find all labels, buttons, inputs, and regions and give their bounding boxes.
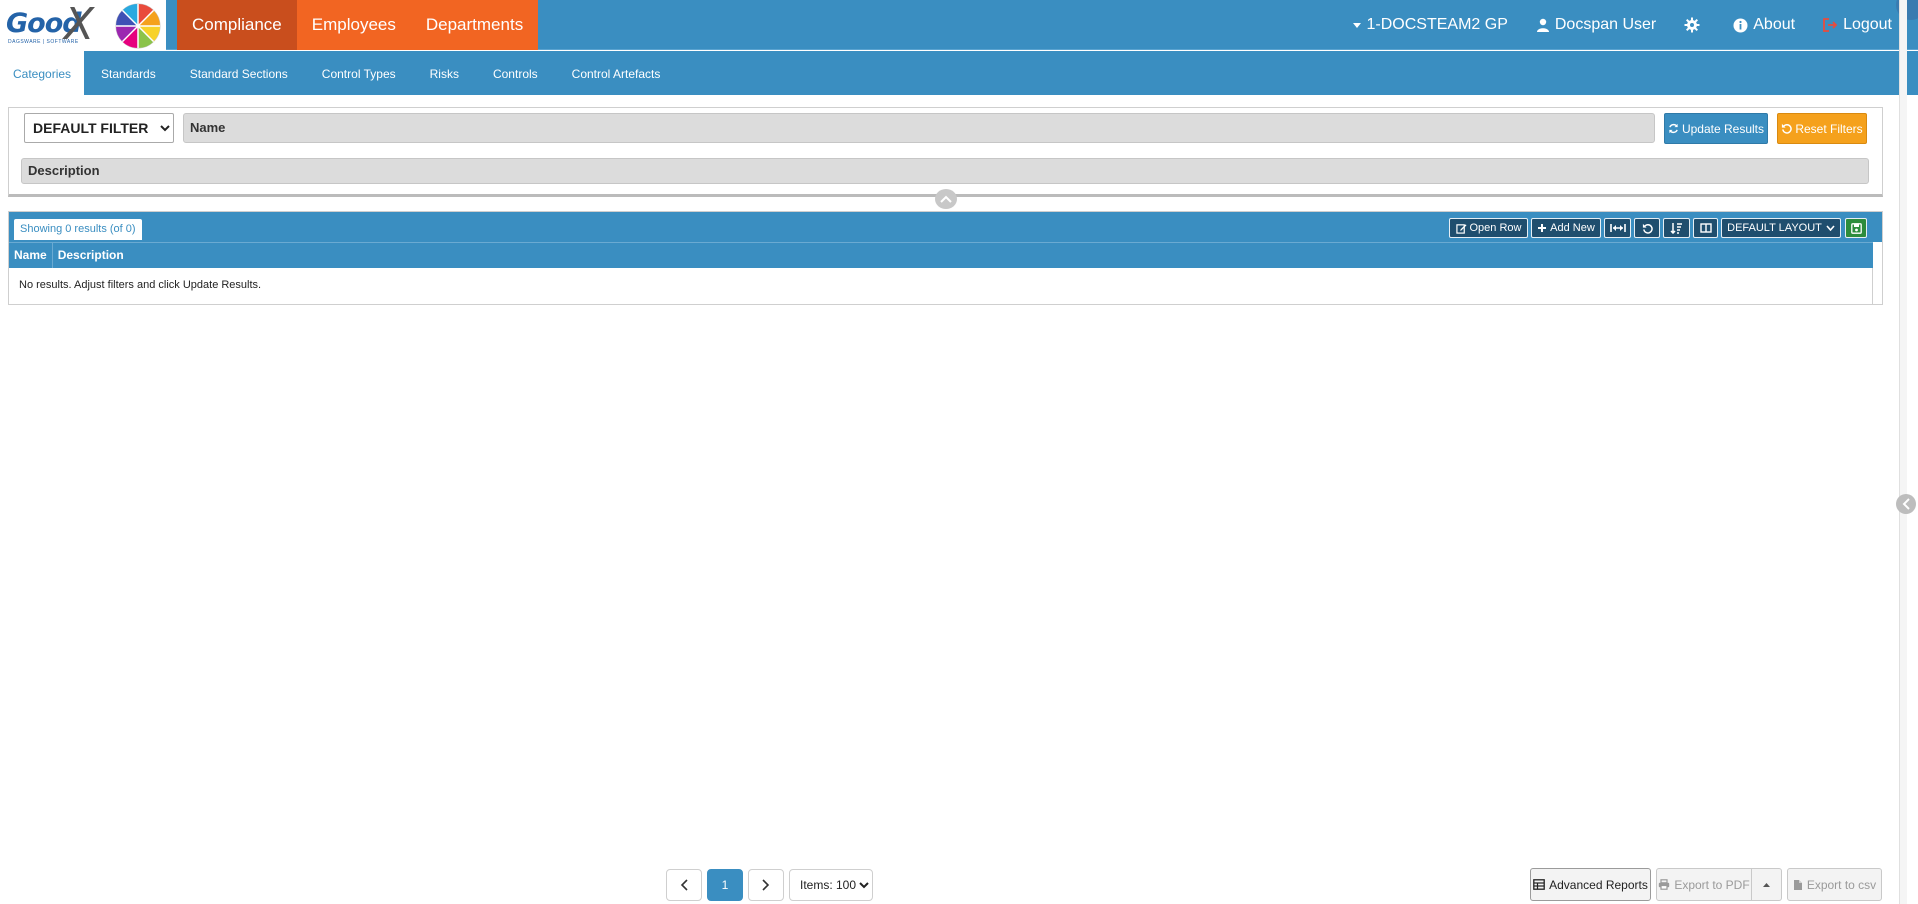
- grid-body: No results. Adjust filters and click Upd…: [9, 268, 1873, 304]
- results-grid: Showing 0 results (of 0) Open Row Add Ne…: [8, 211, 1883, 305]
- layout-label: DEFAULT LAYOUT: [1727, 222, 1822, 234]
- goodx-logo[interactable]: Good X DAGSWARE | SOFTWARE: [0, 0, 110, 50]
- chevron-left-icon: [680, 879, 688, 891]
- top-navbar: Good X DAGSWARE | SOFTWARE Compliance Em…: [0, 0, 1918, 50]
- description-filter-input[interactable]: Description: [21, 158, 1869, 184]
- advanced-reports-button[interactable]: Advanced Reports: [1530, 868, 1651, 901]
- add-new-button[interactable]: Add New: [1531, 218, 1601, 238]
- entity-dropdown[interactable]: 1-DOCSTEAM2 GP: [1338, 0, 1522, 50]
- save-layout-button[interactable]: [1845, 218, 1867, 238]
- tab-risks[interactable]: Risks: [413, 51, 476, 95]
- export-csv-button[interactable]: Export to csv: [1787, 868, 1882, 901]
- collapse-filters-toggle[interactable]: [935, 189, 957, 209]
- prev-page-button[interactable]: [666, 869, 702, 901]
- filter-select[interactable]: DEFAULT FILTER: [24, 113, 174, 143]
- caret-down-icon: [1352, 23, 1361, 28]
- reset-layout-button[interactable]: [1634, 218, 1660, 238]
- right-nav: 1-DOCSTEAM2 GP Docspan User About Logout: [1338, 0, 1906, 50]
- file-icon: [1793, 879, 1802, 890]
- export-pdf-button[interactable]: Export to PDF: [1656, 868, 1752, 901]
- reset-filters-label: Reset Filters: [1795, 121, 1863, 136]
- open-row-button[interactable]: Open Row: [1449, 218, 1528, 238]
- app-wheel-logo: [110, 0, 166, 50]
- arrows-horizontal-icon: [1609, 224, 1626, 232]
- about-label: About: [1753, 16, 1796, 33]
- info-icon: [1733, 18, 1748, 32]
- filter-panel: DEFAULT FILTER Name Update Results Reset…: [8, 107, 1883, 197]
- update-results-label: Update Results: [1681, 121, 1765, 136]
- column-header-name[interactable]: Name: [9, 243, 53, 268]
- chevron-down-icon: [1826, 225, 1835, 231]
- logout-label: Logout: [1843, 16, 1892, 33]
- about-link[interactable]: About: [1719, 0, 1809, 50]
- name-filter-input[interactable]: Name: [183, 113, 1655, 143]
- logout-icon: [1823, 18, 1838, 32]
- fit-columns-button[interactable]: [1604, 218, 1631, 238]
- color-wheel-icon: [115, 3, 161, 49]
- chevron-right-icon: [762, 879, 770, 891]
- empty-message: No results. Adjust filters and click Upd…: [19, 279, 262, 291]
- next-page-button[interactable]: [748, 869, 784, 901]
- caret-up-icon: [1763, 882, 1770, 887]
- chevron-left-icon: [1902, 498, 1910, 510]
- results-count: Showing 0 results (of 0): [14, 219, 142, 240]
- sub-nav: Categories Standards Standard Sections C…: [0, 51, 1918, 95]
- logout-link[interactable]: Logout: [1809, 0, 1906, 50]
- update-results-button[interactable]: Update Results: [1664, 113, 1768, 144]
- add-new-label: Add New: [1550, 222, 1595, 234]
- user-icon: [1536, 18, 1549, 32]
- nav-compliance[interactable]: Compliance: [177, 0, 297, 50]
- items-per-page-select[interactable]: Items: 100: [789, 869, 873, 901]
- grid-toolbar: Showing 0 results (of 0) Open Row Add Ne…: [9, 212, 1882, 242]
- side-panel-toggle[interactable]: [1896, 494, 1916, 514]
- gear-icon: [1684, 17, 1700, 33]
- page-scrollbar[interactable]: [1899, 0, 1907, 904]
- column-header-description[interactable]: Description: [53, 243, 129, 268]
- save-icon: [1850, 222, 1862, 234]
- tab-controls[interactable]: Controls: [476, 51, 555, 95]
- tab-standards[interactable]: Standards: [84, 51, 173, 95]
- tab-control-types[interactable]: Control Types: [305, 51, 413, 95]
- reset-filters-button[interactable]: Reset Filters: [1777, 113, 1867, 144]
- columns-icon: [1699, 223, 1712, 233]
- export-pdf-dropdown[interactable]: [1752, 868, 1782, 901]
- export-csv-label: Export to csv: [1806, 877, 1877, 892]
- edit-icon: [1455, 223, 1467, 234]
- tab-control-artefacts[interactable]: Control Artefacts: [555, 51, 678, 95]
- open-row-label: Open Row: [1469, 222, 1522, 234]
- print-icon: [1659, 879, 1670, 890]
- table-icon: [1533, 879, 1545, 890]
- sort-button[interactable]: [1663, 218, 1690, 238]
- user-menu[interactable]: Docspan User: [1522, 0, 1670, 50]
- grid-header: Name Description: [9, 242, 1873, 268]
- sort-icon: [1670, 223, 1682, 234]
- advanced-reports-label: Advanced Reports: [1549, 877, 1648, 892]
- tab-standard-sections[interactable]: Standard Sections: [173, 51, 305, 95]
- main-nav: Compliance Employees Departments: [177, 0, 539, 50]
- pagination: 1 Items: 100: [666, 869, 873, 901]
- nav-employees[interactable]: Employees: [296, 0, 411, 50]
- page-button-current[interactable]: 1: [707, 869, 743, 901]
- logo-subtitle: DAGSWARE | SOFTWARE: [8, 39, 79, 45]
- nav-departments[interactable]: Departments: [410, 0, 539, 50]
- layout-dropdown[interactable]: DEFAULT LAYOUT: [1721, 218, 1841, 238]
- chevron-up-icon: [940, 195, 952, 203]
- entity-label: 1-DOCSTEAM2 GP: [1366, 16, 1508, 33]
- undo-icon: [1782, 123, 1793, 134]
- undo-icon: [1642, 223, 1653, 234]
- columns-button[interactable]: [1693, 218, 1718, 238]
- plus-icon: [1538, 224, 1547, 232]
- export-pdf-label: Export to PDF: [1674, 877, 1750, 892]
- settings-button[interactable]: [1670, 0, 1719, 50]
- refresh-icon: [1669, 123, 1678, 134]
- tab-categories[interactable]: Categories: [0, 51, 85, 95]
- user-label: Docspan User: [1554, 16, 1657, 33]
